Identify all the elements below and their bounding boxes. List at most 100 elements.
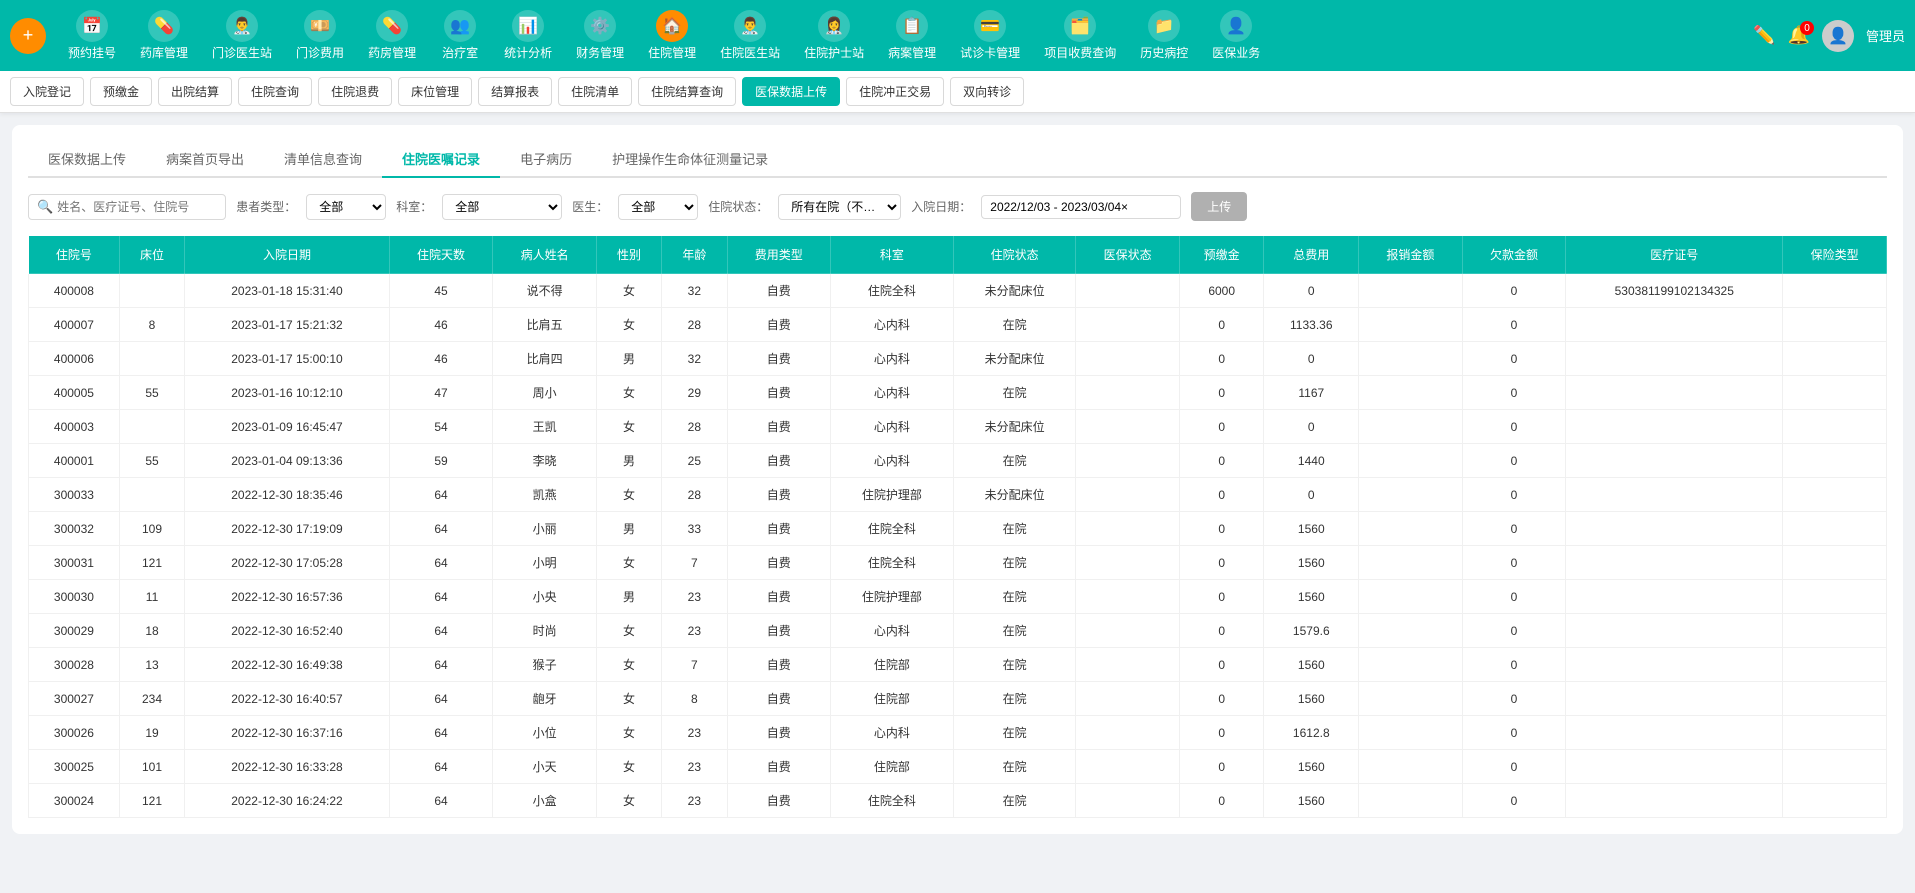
- cell-owed: 0: [1462, 444, 1566, 478]
- date-range-picker[interactable]: 2022/12/03 - 2023/03/04×: [981, 195, 1181, 219]
- subnav-baobiao[interactable]: 结算报表: [478, 77, 552, 106]
- table-row[interactable]: 300028132022-12-30 16:49:3864猴子女7自费住院部在院…: [29, 648, 1887, 682]
- cell-gender: 男: [596, 512, 661, 546]
- patient-type-select[interactable]: 全部 住院 门诊: [306, 194, 386, 220]
- cell-totalfee: 1133.36: [1264, 308, 1359, 342]
- cell-gender: 女: [596, 376, 661, 410]
- nav-zhuyuanyis[interactable]: 👨‍⚕️ 住院医生站: [710, 6, 790, 65]
- nav-menzhenfeiy[interactable]: 💴 门诊费用: [286, 6, 354, 65]
- table-row[interactable]: 4000062023-01-17 15:00:1046比肩四男32自费心内科未分…: [29, 342, 1887, 376]
- subnav-chaxun[interactable]: 住院查询: [238, 77, 312, 106]
- table-row[interactable]: 3000332022-12-30 18:35:4664凯燕女28自费住院护理部未…: [29, 478, 1887, 512]
- table-row[interactable]: 400001552023-01-04 09:13:3659李晓男25自费心内科在…: [29, 444, 1887, 478]
- cell-name: 龅牙: [493, 682, 597, 716]
- cell-gender: 女: [596, 546, 661, 580]
- avatar[interactable]: 👤: [1822, 20, 1854, 52]
- cell-name: 周小: [493, 376, 597, 410]
- nav-xiangmu[interactable]: 🗂️ 项目收费查询: [1034, 6, 1126, 65]
- cell-age: 33: [662, 512, 727, 546]
- edit-icon[interactable]: ✏️: [1753, 25, 1775, 46]
- subnav-jiesuan2[interactable]: 住院结算查询: [638, 77, 736, 106]
- nav-tongji[interactable]: 📊 统计分析: [494, 6, 562, 65]
- table-row[interactable]: 300030112022-12-30 16:57:3664小央男23自费住院护理…: [29, 580, 1887, 614]
- subnav-tuiyuan[interactable]: 住院退费: [318, 77, 392, 106]
- table-row[interactable]: 3000251012022-12-30 16:33:2864小天女23自费住院部…: [29, 750, 1887, 784]
- nav-yiyewu[interactable]: 👤 医保业务: [1202, 6, 1270, 65]
- tab-zhuyuan[interactable]: 住院医嘱记录: [382, 141, 500, 178]
- nav-zhuyuanhu[interactable]: 👩‍⚕️ 住院护士站: [794, 6, 874, 65]
- tab-dianzil[interactable]: 电子病历: [500, 141, 592, 178]
- cell-owed: 0: [1462, 580, 1566, 614]
- cell-totalfee: 0: [1264, 342, 1359, 376]
- tab-yibao[interactable]: 医保数据上传: [28, 141, 146, 178]
- cell-feetype: 自费: [727, 274, 831, 308]
- cell-age: 23: [662, 614, 727, 648]
- table-row[interactable]: 3000272342022-12-30 16:40:5764龅牙女8自费住院部在…: [29, 682, 1887, 716]
- cell-id: 300025: [29, 750, 120, 784]
- subnav-yujiao[interactable]: 预缴金: [90, 77, 152, 106]
- subnav-yibao[interactable]: 医保数据上传: [742, 77, 840, 106]
- table-row[interactable]: 4000082023-01-18 15:31:4045说不得女32自费住院全科未…: [29, 274, 1887, 308]
- cell-bed: 109: [119, 512, 184, 546]
- nav-menzhen[interactable]: 👨‍⚕️ 门诊医生站: [202, 6, 282, 65]
- table-row[interactable]: 3000241212022-12-30 16:24:2264小盒女23自费住院全…: [29, 784, 1887, 818]
- subnav-ruyuan[interactable]: 入院登记: [10, 77, 84, 106]
- upload-button[interactable]: 上传: [1191, 192, 1247, 221]
- search-input[interactable]: [57, 200, 217, 214]
- cell-medid: [1566, 410, 1783, 444]
- cell-age: 7: [662, 546, 727, 580]
- cell-name: 李晓: [493, 444, 597, 478]
- cell-insstatus: [1076, 546, 1180, 580]
- th-admitdate: 入院日期: [185, 236, 390, 274]
- dept-select[interactable]: 全部 心内科 住院全科 住院护理部 住院部: [442, 194, 562, 220]
- table-row[interactable]: 40000782023-01-17 15:21:3246比肩五女28自费心内科在…: [29, 308, 1887, 342]
- cell-name: 小明: [493, 546, 597, 580]
- subnav-chuwei[interactable]: 床位管理: [398, 77, 472, 106]
- cell-dept: 心内科: [831, 410, 954, 444]
- cell-dept: 心内科: [831, 716, 954, 750]
- nav-zhiliao[interactable]: 👥 治疗室: [430, 6, 490, 65]
- nav-caiwu[interactable]: ⚙️ 财务管理: [566, 6, 634, 65]
- tab-qingdan[interactable]: 清单信息查询: [264, 141, 382, 178]
- table-row[interactable]: 300026192022-12-30 16:37:1664小位女23自费心内科在…: [29, 716, 1887, 750]
- cell-days: 64: [389, 614, 493, 648]
- th-bed: 床位: [119, 236, 184, 274]
- subnav-qingdan[interactable]: 住院清单: [558, 77, 632, 106]
- cell-status: 在院: [953, 716, 1076, 750]
- cell-instype: [1783, 444, 1887, 478]
- status-label: 住院状态：: [708, 198, 768, 215]
- notification-bell[interactable]: 🔔 0: [1788, 25, 1810, 46]
- cell-name: 凯燕: [493, 478, 597, 512]
- subnav-chongzheng[interactable]: 住院冲正交易: [846, 77, 944, 106]
- cell-bed: [119, 410, 184, 444]
- cell-instype: [1783, 342, 1887, 376]
- cell-name: 王凯: [493, 410, 597, 444]
- table-row[interactable]: 300029182022-12-30 16:52:4064时尚女23自费心内科在…: [29, 614, 1887, 648]
- nav-yuyue[interactable]: 📅 预约挂号: [58, 6, 126, 65]
- status-select[interactable]: 所有在院（不… 在院 未分配床位: [778, 194, 901, 220]
- table-row[interactable]: 400005552023-01-16 10:12:1047周小女29自费心内科在…: [29, 376, 1887, 410]
- cell-reimb: [1359, 274, 1463, 308]
- table-row[interactable]: 3000321092022-12-30 17:19:0964小丽男33自费住院全…: [29, 512, 1887, 546]
- cell-admitdate: 2022-12-30 16:37:16: [185, 716, 390, 750]
- nav-lishi[interactable]: 📁 历史病控: [1130, 6, 1198, 65]
- cell-medid: [1566, 648, 1783, 682]
- nav-yaoku[interactable]: 💊 药库管理: [130, 6, 198, 65]
- doctor-select[interactable]: 全部: [618, 194, 698, 220]
- th-name: 病人姓名: [493, 236, 597, 274]
- nav-zhuyuan[interactable]: 🏠 住院管理: [638, 6, 706, 65]
- table-row[interactable]: 4000032023-01-09 16:45:4754王凯女28自费心内科未分配…: [29, 410, 1887, 444]
- search-field[interactable]: 🔍: [28, 194, 226, 220]
- tab-bingan[interactable]: 病案首页导出: [146, 141, 264, 178]
- th-feetype: 费用类型: [727, 236, 831, 274]
- subnav-shuangxiang[interactable]: 双向转诊: [950, 77, 1024, 106]
- nav-yaofang[interactable]: 💊 药房管理: [358, 6, 426, 65]
- tab-hulizhen[interactable]: 护理操作生命体征测量记录: [592, 141, 788, 178]
- table-row[interactable]: 3000311212022-12-30 17:05:2864小明女7自费住院全科…: [29, 546, 1887, 580]
- nav-bingan[interactable]: 📋 病案管理: [878, 6, 946, 65]
- cell-feetype: 自费: [727, 376, 831, 410]
- nav-shika[interactable]: 💳 试诊卡管理: [950, 6, 1030, 65]
- cell-bed: 11: [119, 580, 184, 614]
- subnav-jiesuan[interactable]: 出院结算: [158, 77, 232, 106]
- cell-deposit: 0: [1179, 648, 1263, 682]
